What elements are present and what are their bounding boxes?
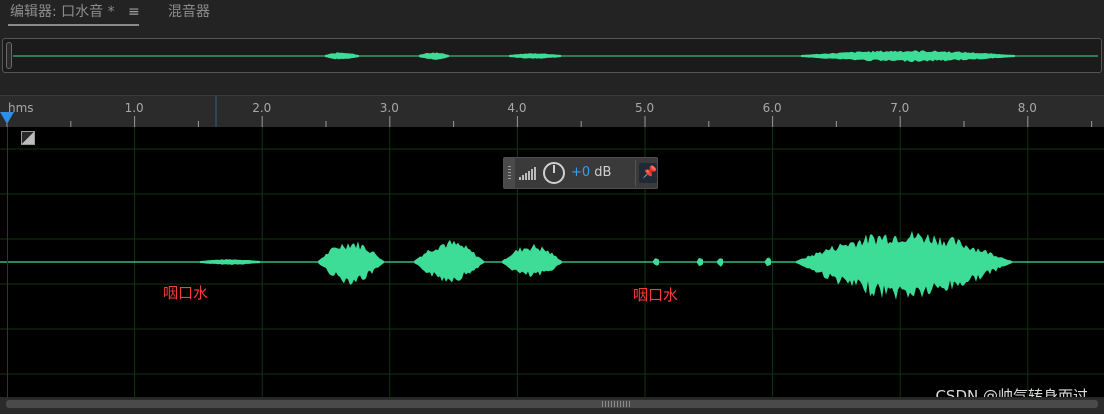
annotation-swallow-2: 咽口水 bbox=[633, 286, 679, 304]
playhead-marker[interactable] bbox=[0, 112, 14, 124]
waveform-click bbox=[653, 258, 659, 266]
waveform-voice-segment bbox=[318, 241, 384, 285]
volume-readout[interactable]: +0 dB bbox=[571, 165, 611, 180]
waveform-click bbox=[697, 257, 703, 266]
waveform-voice-segment bbox=[502, 243, 562, 278]
overview-voice-segment bbox=[509, 53, 561, 59]
ruler-tick-label: 8.0 bbox=[1017, 101, 1037, 115]
waveform-click bbox=[765, 257, 771, 267]
waveform-click bbox=[717, 258, 723, 267]
tab-mixer[interactable]: 混音器 bbox=[168, 3, 210, 21]
ruler-tick-label: 2.0 bbox=[252, 101, 272, 115]
ruler-tick-label: 7.0 bbox=[890, 101, 910, 115]
horizontal-scrollbar[interactable] bbox=[0, 398, 1104, 414]
overview-voice-segment bbox=[325, 52, 359, 60]
display-toggle-icon[interactable] bbox=[21, 131, 35, 145]
overview-voice-segment bbox=[419, 52, 449, 60]
ruler-tick-label: 6.0 bbox=[762, 101, 782, 115]
overview-voice-segment bbox=[801, 50, 1015, 62]
waveform-display[interactable]: +0 dB 📌 咽口水 咽口水 CSDN @帅气转身而过 bbox=[0, 127, 1104, 397]
ruler-tick-label: 4.0 bbox=[507, 101, 527, 115]
watermark: CSDN @帅气转身而过 bbox=[935, 387, 1088, 397]
pin-icon[interactable]: 📌 bbox=[639, 163, 657, 183]
waveform-voice-segment bbox=[796, 230, 1012, 300]
volume-knob-icon[interactable] bbox=[543, 162, 565, 184]
ruler-tick-label: 1.0 bbox=[124, 101, 144, 115]
overview-waveform bbox=[13, 50, 1098, 62]
waveform-noise-segment bbox=[200, 259, 260, 265]
waveform-voice-segment bbox=[414, 239, 484, 283]
scrollbar-grip[interactable] bbox=[602, 401, 632, 407]
editor-tab-bar: 编辑器: 口水音 * ≡ 混音器 bbox=[0, 0, 1104, 32]
ruler-tick-label: 5.0 bbox=[635, 101, 655, 115]
active-tab-indicator bbox=[8, 24, 139, 26]
scrollbar-thumb[interactable] bbox=[6, 400, 1098, 408]
hamburger-menu-icon[interactable]: ≡ bbox=[128, 4, 140, 20]
time-ruler[interactable]: hms 1.0 2.0 3.0 4.0 5.0 6.0 7.0 8.0 bbox=[0, 95, 1104, 128]
hud-drag-grip[interactable] bbox=[504, 158, 515, 188]
waveform-overview-navigator[interactable] bbox=[2, 38, 1102, 73]
ruler-tick-label: 3.0 bbox=[379, 101, 399, 115]
volume-bars-icon bbox=[519, 167, 536, 180]
hud-divider bbox=[635, 160, 636, 186]
ruler-ticks bbox=[6, 96, 1093, 128]
heads-up-volume-control[interactable]: +0 dB 📌 bbox=[503, 157, 658, 189]
annotation-swallow-1: 咽口水 bbox=[163, 284, 209, 302]
playback-cursor-line bbox=[7, 127, 8, 398]
tab-editor[interactable]: 编辑器: 口水音 * bbox=[10, 3, 115, 21]
